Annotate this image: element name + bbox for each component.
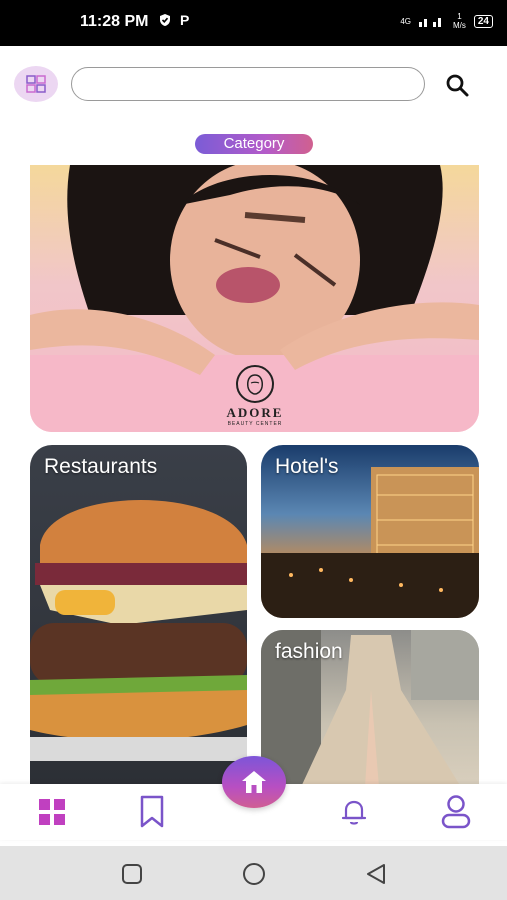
nav-bookmark-button[interactable] (132, 792, 172, 832)
search-field[interactable] (71, 67, 425, 101)
status-time: 11:28 PM (80, 13, 149, 30)
bell-icon (341, 800, 367, 825)
banner-card[interactable]: ADORE BEAUTY CENTER (30, 165, 479, 432)
restaurants-photo (30, 500, 247, 761)
home-system-button[interactable] (240, 860, 268, 888)
search-button[interactable] (442, 70, 472, 100)
grid-icon (39, 799, 65, 825)
network-type: 4G (400, 16, 411, 26)
svg-text:P: P (180, 13, 189, 27)
hotels-card[interactable]: Hotel's (261, 445, 479, 618)
status-indicators: P (158, 13, 192, 27)
bookmark-icon (140, 795, 164, 828)
category-label[interactable]: Category (195, 134, 313, 154)
home-icon (242, 771, 266, 793)
fashion-card[interactable]: fashion (261, 630, 479, 787)
nav-notifications-button[interactable] (334, 792, 374, 832)
signal-icon (418, 18, 441, 27)
brand-subtitle: BEAUTY CENTER (227, 421, 283, 427)
restaurants-label: Restaurants (44, 455, 158, 478)
back-triangle-icon (367, 864, 385, 884)
recents-button[interactable] (118, 860, 146, 888)
profile-icon (441, 795, 471, 829)
brand-mark-icon (236, 365, 274, 403)
restaurants-card[interactable]: Restaurants (30, 445, 247, 787)
app-logo[interactable] (14, 66, 58, 102)
speed-readout: 1 M/s (452, 12, 466, 30)
hotels-label: Hotel's (275, 455, 339, 478)
recents-icon (122, 864, 142, 884)
circle-home-icon (243, 863, 265, 885)
brand-logo: ADORE BEAUTY CENTER (220, 365, 290, 427)
status-right: 4G 1 M/s 24 (400, 12, 493, 30)
search-input[interactable] (72, 68, 424, 100)
system-nav-bar (0, 846, 507, 900)
parking-icon: P (180, 13, 189, 27)
status-bar: 11:28 PM P 4G 1 M/s 24 (0, 0, 507, 46)
nav-profile-button[interactable] (436, 792, 476, 832)
brand-name: ADORE (226, 405, 284, 420)
nav-grid-button[interactable] (32, 792, 72, 832)
app-logo-icon (26, 75, 46, 93)
home-button[interactable] (222, 756, 286, 808)
back-button[interactable] (362, 860, 390, 888)
shield-check-icon (160, 14, 170, 26)
fashion-label: fashion (275, 640, 343, 663)
battery-indicator: 24 (473, 14, 493, 28)
top-bar (0, 46, 507, 126)
search-icon (446, 74, 469, 97)
